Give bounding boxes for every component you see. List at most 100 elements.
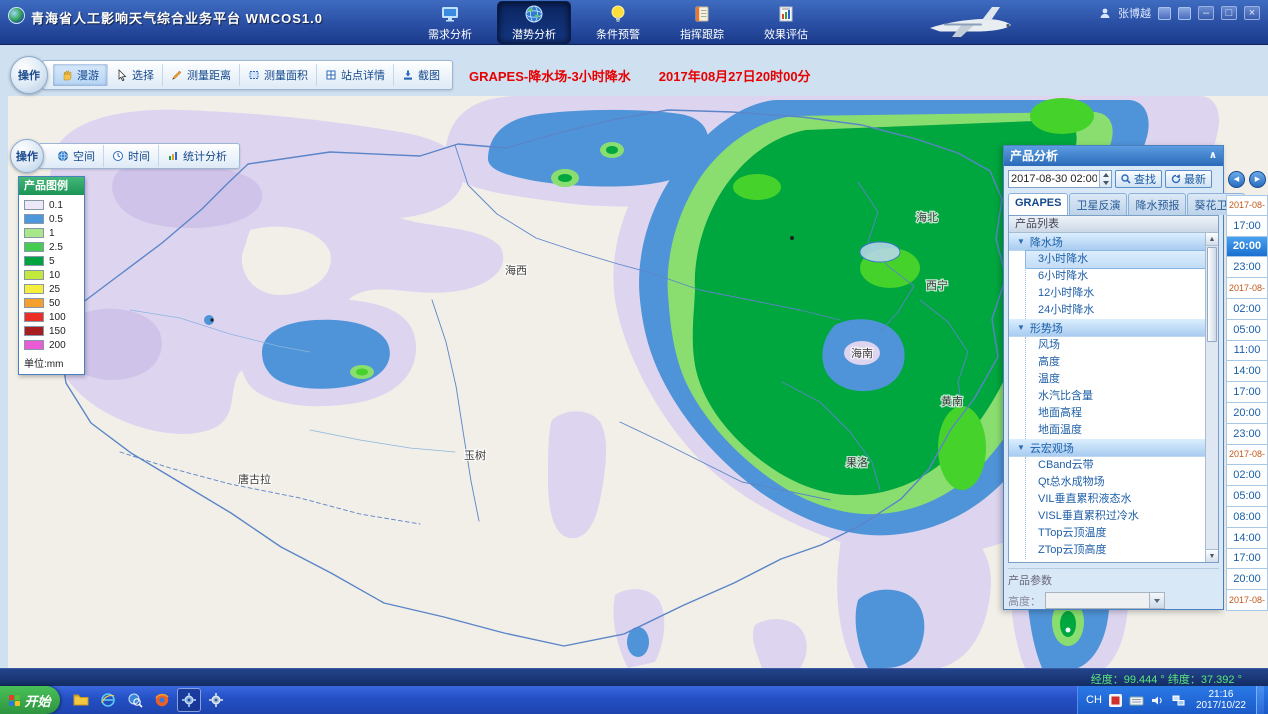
time-cell[interactable]: 17:00 [1226, 216, 1268, 237]
folder-icon[interactable] [70, 689, 92, 711]
tray-clock[interactable]: 21:16 2017/10/22 [1192, 689, 1250, 711]
station-detail-button[interactable]: 站点详情 [316, 64, 393, 86]
nav-item-potential-analysis[interactable]: 潜势分析 [498, 2, 570, 43]
datetime-input[interactable] [1009, 171, 1099, 187]
list-item[interactable]: 地面高程 [1026, 405, 1218, 422]
next-time-button[interactable]: ▶ [1249, 171, 1266, 188]
list-item[interactable]: 3小时降水 [1026, 251, 1218, 268]
legend-swatch [24, 298, 44, 308]
list-item[interactable]: 12小时降水 [1026, 285, 1218, 302]
prev-time-button[interactable]: ◀ [1228, 171, 1245, 188]
volume-icon[interactable] [1150, 693, 1165, 708]
list-item[interactable]: 温度 [1026, 371, 1218, 388]
pan-tool-button[interactable]: 漫游 [53, 64, 107, 86]
space-tab[interactable]: 空间 [49, 145, 103, 167]
time-cell[interactable]: 05:00 [1226, 320, 1268, 341]
time-cell[interactable]: 02:00 [1226, 299, 1268, 320]
collapse-icon[interactable]: ∧ [1209, 146, 1217, 166]
height-select[interactable] [1045, 592, 1165, 609]
show-desktop-button[interactable] [1256, 686, 1264, 714]
time-cell[interactable]: 14:00 [1226, 361, 1268, 382]
start-button[interactable]: 开始 [0, 686, 60, 714]
measure-distance-button[interactable]: 测量距离 [162, 64, 239, 86]
time-cell[interactable]: 08:00 [1226, 507, 1268, 528]
time-cell[interactable]: 17:00 [1226, 549, 1268, 570]
list-item[interactable]: CBand云带 [1026, 457, 1218, 474]
scroll-up-icon[interactable]: ▲ [1206, 233, 1218, 246]
time-tab[interactable]: 时间 [103, 145, 158, 167]
search-button[interactable]: 查找 [1115, 170, 1162, 188]
group-cloud-macro-field[interactable]: ▼ 云宏观场 [1009, 439, 1218, 457]
operate-button-2[interactable]: 操作 [10, 139, 44, 173]
network-icon[interactable] [1171, 693, 1186, 708]
spinner-up-icon[interactable] [1100, 171, 1111, 179]
window-controls: 张博越 – □ × [1099, 5, 1260, 21]
scrollbar-thumb[interactable] [1207, 247, 1217, 342]
list-item[interactable]: VIL垂直累积液态水 [1026, 491, 1218, 508]
group-precip-field[interactable]: ▼ 降水场 [1009, 233, 1218, 251]
datetime-spinner[interactable] [1099, 171, 1111, 187]
group-situation-field[interactable]: ▼ 形势场 [1009, 319, 1218, 337]
search-globe-icon[interactable] [124, 689, 146, 711]
theme-icon[interactable] [1158, 7, 1171, 20]
gear-icon[interactable] [205, 689, 227, 711]
statistics-tab[interactable]: 统计分析 [158, 145, 235, 167]
time-cell[interactable]: 17:00 [1226, 382, 1268, 403]
tab-precip-forecast[interactable]: 降水预报 [1128, 193, 1186, 215]
list-item[interactable]: 24小时降水 [1026, 302, 1218, 319]
keyboard-icon[interactable] [1129, 693, 1144, 708]
time-cell[interactable]: 05:00 [1226, 486, 1268, 507]
time-cell-date[interactable]: 2017-08- [1226, 445, 1268, 466]
measure-area-button[interactable]: 测量面积 [239, 64, 316, 86]
list-item[interactable]: VISL垂直累积过冷水 [1026, 508, 1218, 525]
time-cell[interactable]: 23:00 [1226, 257, 1268, 278]
list-item[interactable]: 6小时降水 [1026, 268, 1218, 285]
scroll-down-icon[interactable]: ▼ [1206, 549, 1218, 562]
nav-item-command-tracking[interactable]: 指挥跟踪 [666, 2, 738, 43]
tab-satellite-retrieval[interactable]: 卫星反演 [1069, 193, 1127, 215]
dropdown-arrow-icon[interactable] [1149, 593, 1164, 608]
status-bar: 经度：99.444 ° 纬度：37.392 ° [0, 668, 1268, 686]
time-cell[interactable]: 11:00 [1226, 341, 1268, 362]
list-item[interactable]: 水汽比含量 [1026, 388, 1218, 405]
list-item[interactable]: 风场 [1026, 337, 1218, 354]
list-scrollbar[interactable]: ▲ ▼ [1205, 233, 1218, 562]
nav-item-condition-warning[interactable]: 条件预警 [582, 2, 654, 43]
time-cell-date[interactable]: 2017-08- [1226, 195, 1268, 216]
time-cell[interactable]: 14:00 [1226, 528, 1268, 549]
time-cell-selected[interactable]: 20:00 [1226, 237, 1268, 258]
time-cell-date[interactable]: 2017-08- [1226, 590, 1268, 611]
list-item[interactable]: ZTop云顶高度 [1026, 542, 1218, 559]
maximize-button[interactable]: □ [1221, 6, 1237, 20]
latest-button[interactable]: 最新 [1165, 170, 1212, 188]
language-indicator[interactable]: CH [1086, 694, 1102, 706]
hand-icon [61, 69, 73, 81]
close-button[interactable]: × [1244, 6, 1260, 20]
gear-active-icon[interactable] [178, 689, 200, 711]
tab-grapes[interactable]: GRAPES [1008, 193, 1068, 215]
time-cell[interactable]: 20:00 [1226, 403, 1268, 424]
minimize-button[interactable]: – [1198, 6, 1214, 20]
select-tool-button[interactable]: 选择 [107, 64, 162, 86]
time-cell[interactable]: 02:00 [1226, 465, 1268, 486]
time-cell-date[interactable]: 2017-08- [1226, 278, 1268, 299]
legend-swatch [24, 312, 44, 322]
time-cell[interactable]: 23:00 [1226, 424, 1268, 445]
list-item[interactable]: Qt总水成物场 [1026, 474, 1218, 491]
time-cell[interactable]: 20:00 [1226, 569, 1268, 590]
list-item[interactable]: 地面温度 [1026, 422, 1218, 439]
firefox-icon[interactable] [151, 689, 173, 711]
ie-icon[interactable] [97, 689, 119, 711]
map-label: 唐古拉 [238, 472, 271, 486]
nav-item-effect-evaluation[interactable]: 效果评估 [750, 2, 822, 43]
settings-icon[interactable] [1178, 7, 1191, 20]
nav-item-demand-analysis[interactable]: 需求分析 [414, 2, 486, 43]
screenshot-button[interactable]: 截图 [393, 64, 448, 86]
operate-button[interactable]: 操作 [10, 56, 48, 94]
spinner-down-icon[interactable] [1100, 179, 1111, 187]
list-item[interactable]: TTop云顶温度 [1026, 525, 1218, 542]
ime-icon[interactable] [1108, 693, 1123, 708]
list-item[interactable]: 高度 [1026, 354, 1218, 371]
pencil-icon [171, 69, 183, 81]
user-name[interactable]: 张博越 [1118, 5, 1151, 21]
